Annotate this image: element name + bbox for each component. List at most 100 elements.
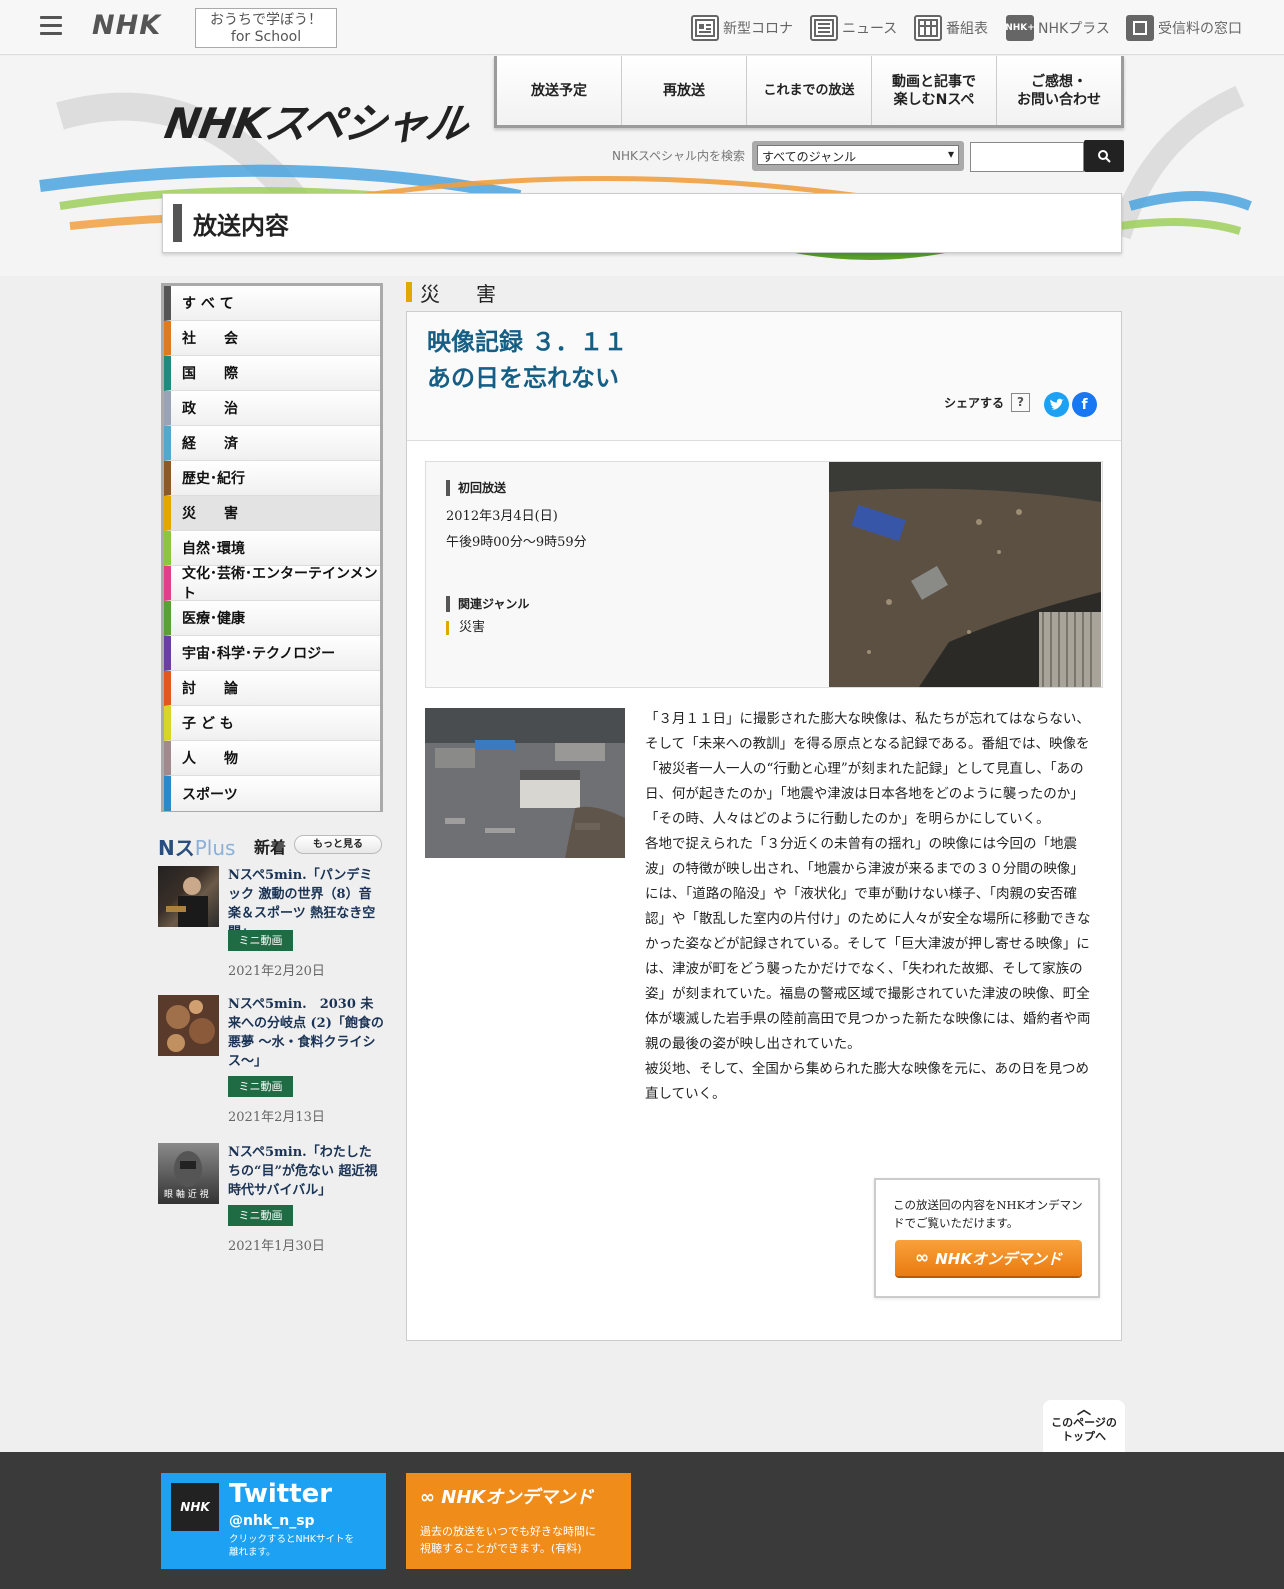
to-top-line1: このページの [1051, 1416, 1117, 1429]
sidebar-item-debate[interactable]: 討 論 [164, 671, 380, 706]
corona-info-icon [691, 15, 719, 41]
plus-item[interactable]: Nスペ5min. 2030 未来への分岐点 (2)「飽食の悪夢 ～水・食料クライ… [158, 995, 384, 1125]
ondemand-banner-note: 過去の放送をいつでも好きな時間に 視聴することができます。(有料) [420, 1525, 596, 1555]
plus-thumbnail: 眼 軸 近 視 [158, 1143, 219, 1204]
more-button[interactable]: もっと見る [294, 835, 382, 854]
nhk-logo[interactable]: NHK [92, 10, 161, 41]
plus-item[interactable]: 眼 軸 近 視 Nスペ5min.「わたしたちの“目”が危ない 超近視時代サバイバ… [158, 1143, 384, 1254]
twitter-handle: @nhk_n_sp [229, 1513, 315, 1529]
sidebar-item-people[interactable]: 人 物 [164, 741, 380, 776]
news-icon [810, 15, 838, 41]
nhk-special-twitter-avatar: NHK [171, 1483, 219, 1531]
share-label: シェアする [944, 396, 1005, 410]
back-to-top-button[interactable]: ︿ このページの トップへ [1043, 1400, 1125, 1452]
program-detail-panel: 映像記録 ３．１１ あの日を忘れない シェアする ? f 初回放送 2012年3… [406, 311, 1122, 1341]
related-genre-link[interactable]: 災害 [446, 621, 485, 635]
sidebar-item-economy[interactable]: 経 済 [164, 426, 380, 461]
plus-item[interactable]: Nスペ5min.「パンデミック 激動の世界（8）音楽＆スポーツ 熱狂なき空間」 … [158, 866, 384, 979]
nav-license-fee-label: 受信料の窓口 [1158, 21, 1242, 37]
search-button[interactable] [1084, 140, 1124, 172]
twitter-title: Twitter [229, 1479, 333, 1509]
nav-schedule[interactable]: 放送予定 [497, 56, 622, 125]
plus-thumbnail [158, 995, 219, 1056]
nsp-plus-logo[interactable]: NスPlus [158, 832, 235, 861]
sidebar-item-politics[interactable]: 政 治 [164, 391, 380, 426]
nhk-plus-icon: NHK+ [1005, 15, 1035, 41]
hamburger-menu-icon[interactable] [40, 16, 62, 36]
ondemand-text: この放送回の内容をNHKオンデマンドでご覧いただけます。 [893, 1198, 1083, 1230]
twitter-share-icon[interactable] [1044, 392, 1069, 417]
program-title-area: 映像記録 ３．１１ あの日を忘れない シェアする ? f [407, 312, 1121, 441]
title-accent-bar [173, 204, 182, 242]
program-title-line1: 映像記録 ３．１１ [427, 328, 628, 356]
description-paragraph: 被災地、そして、全国から集められた膨大な映像を元に、あの日を見つめ直していく。 [645, 1061, 1090, 1102]
global-header: NHK おうちで学ぼう！ for School 新型コロナ ニュース 番組表 N… [0, 0, 1284, 55]
nsp-plus-new-label: 新着 [254, 838, 287, 857]
sidebar-item-nature[interactable]: 自然･環境 [164, 531, 380, 566]
for-school-link[interactable]: おうちで学ぼう！ for School [195, 8, 337, 48]
genre-sidebar: す べ て 社 会 国 際 政 治 経 済 歴史･紀行 災 害 自然･環境 文化… [161, 283, 383, 812]
sidebar-item-medical[interactable]: 医療･健康 [164, 601, 380, 636]
nhk-special-logo[interactable]: NHKスペシャル [161, 90, 474, 151]
ondemand-banner[interactable]: ∞ NHKオンデマンド 過去の放送をいつでも好きな時間に 視聴することができます… [406, 1473, 631, 1569]
genre-heading: 災 害 [406, 281, 504, 306]
nav-nhk-plus-label: NHKプラス [1038, 21, 1110, 37]
nav-tv-guide[interactable]: 番組表 [914, 14, 988, 42]
sidebar-item-sports[interactable]: スポーツ [164, 776, 380, 811]
mini-video-badge: ミニ動画 [228, 930, 293, 951]
plus-item-date: 2021年2月13日 [228, 1110, 325, 1125]
nav-license-fee[interactable]: 受信料の窓口 [1126, 14, 1242, 42]
nav-videos-articles[interactable]: 動画と記事で 楽しむNスペ [872, 56, 997, 125]
sidebar-item-history[interactable]: 歴史･紀行 [164, 461, 380, 496]
sidebar-item-international[interactable]: 国 際 [164, 356, 380, 391]
search-input[interactable] [970, 142, 1084, 172]
for-school-line1: おうちで学ぼう！ [210, 12, 322, 28]
search-icon [1098, 150, 1111, 163]
nav-news[interactable]: ニュース [810, 14, 897, 42]
ondemand-box: この放送回の内容をNHKオンデマンドでご覧いただけます。 ∞ NHKオンデマンド [874, 1178, 1100, 1298]
first-broadcast-date: 2012年3月4日(日) [446, 509, 558, 524]
plus-item-title[interactable]: Nスペ5min. 2030 未来への分岐点 (2)「飽食の悪夢 ～水・食料クライ… [228, 995, 384, 1071]
thumbnail-caption: 眼 軸 近 視 [164, 1190, 209, 1200]
mini-video-badge: ミニ動画 [228, 1205, 293, 1226]
related-genre-label: 関連ジャンル [446, 596, 529, 612]
program-description: 「３月１１日」に撮影された膨大な映像は、私たちが忘れてはならない、そして「未来へ… [645, 707, 1097, 1107]
ondemand-banner-title: ∞ NHKオンデマンド [420, 1483, 593, 1509]
description-paragraph: 各地で捉えられた「３分近くの未曾有の揺れ」の映像には今回の「地震波」の特徴が映し… [645, 836, 1091, 1052]
share-help-button[interactable]: ? [1011, 393, 1030, 412]
nav-nhk-plus[interactable]: NHK+ NHKプラス [1005, 14, 1110, 42]
nsp-plus-header: NスPlus 新着 もっと見る [158, 832, 384, 860]
to-top-line2: トップへ [1062, 1430, 1106, 1443]
mini-video-badge: ミニ動画 [228, 1076, 293, 1097]
facebook-share-icon[interactable]: f [1072, 392, 1097, 417]
plus-thumbnail [158, 866, 219, 927]
page-title: 放送内容 [193, 212, 289, 240]
nav-corona[interactable]: 新型コロナ [691, 14, 793, 42]
sidebar-item-society[interactable]: 社 会 [164, 321, 380, 356]
nav-contact[interactable]: ご感想・ お問い合わせ [997, 56, 1121, 125]
nav-rebroadcast[interactable]: 再放送 [622, 56, 747, 125]
genre-heading-text: 災 害 [420, 281, 504, 306]
genre-accent-bar [406, 282, 412, 302]
nav-tv-guide-label: 番組表 [946, 21, 988, 37]
sidebar-item-disaster[interactable]: 災 害 [164, 496, 380, 531]
nav-archive[interactable]: これまでの放送 [747, 56, 872, 125]
sidebar-item-all[interactable]: す べ て [164, 286, 380, 321]
sidebar-item-children[interactable]: 子 ど も [164, 706, 380, 741]
ondemand-button[interactable]: ∞ NHKオンデマンド [895, 1240, 1082, 1276]
nsp-plus-logo-n: Nス [158, 836, 195, 860]
ondemand-button-label: NHKオンデマンド [935, 1249, 1062, 1268]
genre-select-wrapper: すべてのジャンル [752, 141, 964, 171]
program-nav: 放送予定 再放送 これまでの放送 動画と記事で 楽しむNスペ ご感想・ お問い合… [494, 56, 1124, 128]
genre-select[interactable]: すべてのジャンル [757, 145, 959, 165]
plus-item-title[interactable]: Nスペ5min.「わたしたちの“目”が危ない 超近視時代サバイバル」 [228, 1143, 384, 1200]
twitter-note: クリックするとNHKサイトを 離れます。 [229, 1534, 354, 1558]
first-broadcast-label: 初回放送 [446, 480, 506, 496]
twitter-banner[interactable]: NHK Twitter @nhk_n_sp クリックするとNHKサイトを 離れま… [161, 1473, 386, 1569]
for-school-line2: for School [230, 29, 302, 45]
ondemand-logo-icon: ∞ [915, 1248, 930, 1268]
nsp-plus-logo-plus: Plus [194, 836, 236, 860]
sidebar-item-culture[interactable]: 文化･芸術･エンターテインメント [164, 566, 380, 602]
plus-item-date: 2021年1月30日 [228, 1239, 325, 1254]
sidebar-item-science[interactable]: 宇宙･科学･テクノロジー [164, 636, 380, 671]
